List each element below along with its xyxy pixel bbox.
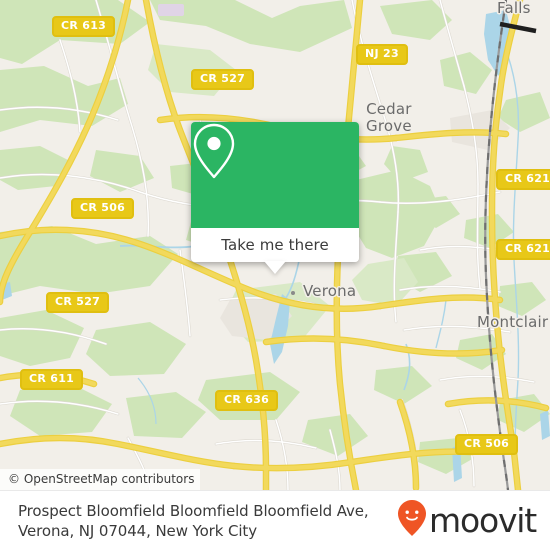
address-text: Prospect Bloomfield Bloomfield Bloomfiel… [18, 501, 369, 540]
moovit-smiley-pin-icon [397, 499, 427, 542]
take-me-there-label: Take me there [221, 236, 329, 254]
moovit-wordmark: moovit [429, 501, 537, 540]
moovit-location-card: .grn{fill:#cfe5b8;} .grn2{fill:#d9e9c6;}… [0, 0, 550, 550]
map-marker-verona-dot [291, 291, 295, 295]
moovit-logo[interactable]: moovit [397, 499, 550, 542]
road-shield-cr-527-north: CR 527 [191, 69, 255, 90]
popup-pointer-tail [264, 261, 286, 274]
footer-bar: Prospect Bloomfield Bloomfield Bloomfiel… [0, 490, 550, 550]
road-shield-cr-506-west: CR 506 [71, 198, 135, 219]
road-shield-cr-621-south: CR 621 [496, 239, 550, 260]
road-shield-cr-636: CR 636 [215, 390, 279, 411]
take-me-there-popup[interactable]: Take me there [191, 122, 359, 274]
map-canvas[interactable]: .grn{fill:#cfe5b8;} .grn2{fill:#d9e9c6;}… [0, 0, 550, 490]
road-shield-cr-621-north: CR 621 [496, 169, 550, 190]
popup-action-bar[interactable]: Take me there [191, 228, 359, 274]
road-shield-cr-506-east: CR 506 [455, 434, 519, 455]
popup-icon-panel [191, 122, 359, 228]
road-shield-cr-611: CR 611 [20, 369, 84, 390]
road-shield-cr-613: CR 613 [52, 16, 116, 37]
road-shield-nj-23: NJ 23 [356, 44, 408, 65]
road-shield-cr-527-south: CR 527 [46, 292, 110, 313]
osm-attribution[interactable]: © OpenStreetMap contributors [0, 469, 201, 490]
